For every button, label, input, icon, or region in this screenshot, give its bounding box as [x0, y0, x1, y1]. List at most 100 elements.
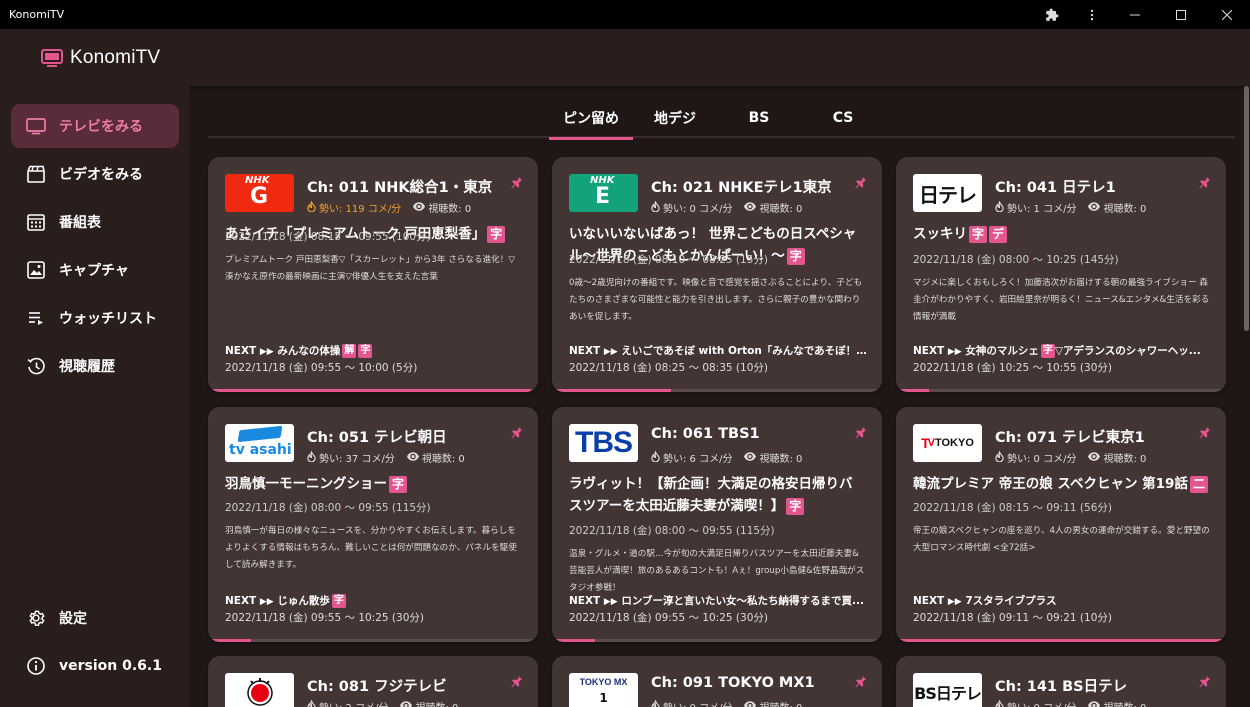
next-program-time: 2022/11/18 (金) 09:55 〜 10:25 (30分) — [569, 612, 768, 624]
next-program: NEXT ▶▶ 女神のマルシェ字 ▽アデランスのシャワーヘッ... — [913, 344, 1201, 358]
bs-ntv-logo: BS日テレ — [913, 673, 982, 707]
channel-logo: 日テレ — [913, 174, 982, 212]
channel-logo: TV TOKYO — [913, 424, 982, 462]
pin-icon[interactable] — [508, 425, 524, 441]
gear-icon — [26, 608, 46, 628]
flame-icon — [307, 698, 316, 707]
momentum: 勢い: 37 コメ/分 — [319, 454, 395, 465]
tv-logo-icon — [41, 48, 63, 67]
sidebar-item-tv[interactable]: テレビをみる — [11, 104, 179, 148]
channel-stats: 勢い: 6 コメ/分 視聴数: 0 — [651, 449, 802, 465]
channel-logo: tv asahi — [225, 424, 294, 462]
flame-icon — [995, 449, 1004, 465]
app-logo[interactable]: KonomiTV — [41, 47, 160, 69]
sidebar-item-epg[interactable]: 番組表 — [11, 200, 179, 244]
logo-text: tv asahi — [229, 442, 292, 458]
channel-card[interactable]: NHK E Ch: 021 NHKEテレ1東京 勢い: 0 コメ/分 視聴数: … — [552, 157, 882, 392]
next-program-tag: 字 — [331, 594, 346, 608]
flame-icon — [307, 199, 316, 215]
progress-fill — [896, 389, 929, 392]
program-title-text: 韓流プレミア 帝王の娘 スベクヒャン 第19話 — [913, 476, 1188, 492]
nhk-e-logo: NHK E — [569, 174, 638, 212]
channel-card[interactable]: BS日テレ Ch: 141 BS日テレ 勢い: 0 コメ/分 視聴数: 0 — [896, 656, 1226, 707]
tab-pinned[interactable]: ピン留め — [549, 98, 633, 140]
sidebar-item-video[interactable]: ビデオをみる — [11, 152, 179, 196]
next-program-tag: 解 — [342, 344, 357, 358]
flame-icon — [651, 449, 660, 465]
program-tag: 字 — [969, 225, 988, 243]
close-button[interactable] — [1204, 0, 1250, 29]
channel-card[interactable]: TV TOKYO Ch: 071 テレビ東京1 勢い: 0 コメ/分 視聴数: … — [896, 407, 1226, 642]
program-tag: デ — [989, 225, 1008, 243]
minimize-button[interactable] — [1112, 0, 1158, 29]
pin-icon[interactable] — [1196, 674, 1212, 690]
channel-card[interactable]: 日テレ Ch: 041 日テレ1 勢い: 1 コメ/分 視聴数: 0 スッキリ字… — [896, 157, 1226, 392]
program-tag: 字 — [389, 475, 408, 493]
progress-bar — [552, 389, 882, 392]
sidebar-item-label: 番組表 — [59, 215, 101, 231]
program-description: プレミアムトーク 戸田恵梨香▽「スカーレット」から3年 さらなる進化！▽湊かなえ… — [225, 255, 515, 282]
channel-card[interactable]: TBS Ch: 061 TBS1 勢い: 6 コメ/分 視聴数: 0 ラヴィット… — [552, 407, 882, 642]
channel-card[interactable]: tv asahi Ch: 051 テレビ朝日 勢い: 37 コメ/分 視聴数: … — [208, 407, 538, 642]
sidebar-item-history[interactable]: 視聴履歴 — [11, 344, 179, 388]
viewer-count: 視聴数: 0 — [415, 699, 458, 707]
logo-text: TOKYO MX — [579, 677, 628, 687]
sidebar-item-label: ビデオをみる — [59, 167, 143, 183]
pin-icon[interactable] — [852, 175, 868, 191]
scrollbar-thumb[interactable] — [1244, 86, 1249, 331]
progress-fill — [896, 639, 1226, 642]
channel-card[interactable]: NHK G Ch: 011 NHK総合1・東京 勢い: 119 コメ/分 視聴数… — [208, 157, 538, 392]
sidebar-item-watchlist[interactable]: ウォッチリスト — [11, 296, 179, 340]
app-header: KonomiTV — [0, 29, 1250, 86]
next-program: NEXT ▶▶ じゅん散歩字 — [225, 594, 346, 608]
eye-icon — [1088, 700, 1101, 707]
extension-icon[interactable] — [1032, 0, 1072, 29]
viewer-count: 視聴数: 0 — [759, 699, 802, 707]
logo-text: KonomiTV — [70, 46, 161, 68]
logo-text: BS日テレ — [914, 684, 982, 703]
tab-label: BS — [748, 110, 770, 126]
next-program-time: 2022/11/18 (金) 08:25 〜 08:35 (10分) — [569, 362, 768, 374]
channel-logo: NHK G — [225, 174, 294, 212]
tokyo-mx-logo: TOKYO MX 1 — [569, 673, 638, 707]
pin-icon[interactable] — [508, 175, 524, 191]
tab-terrestrial[interactable]: 地デジ — [633, 98, 717, 138]
program-title: 韓流プレミア 帝王の娘 スベクヒャン 第19話二 — [913, 473, 1209, 495]
program-tag: 字 — [786, 247, 805, 265]
tab-cs[interactable]: CS — [801, 98, 885, 138]
channel-name: Ch: 061 TBS1 — [651, 426, 760, 442]
eye-icon — [744, 201, 757, 214]
channel-card[interactable]: TOKYO MX 1 Ch: 091 TOKYO MX1 勢い: 0 コメ/分 … — [552, 656, 882, 707]
viewer-count: 視聴数: 0 — [421, 454, 465, 465]
program-title: 羽鳥慎一モーニングショー字 — [225, 473, 521, 495]
sidebar-item-label: テレビをみる — [59, 119, 143, 135]
pin-icon[interactable] — [1196, 175, 1212, 191]
channel-name: Ch: 041 日テレ1 — [995, 180, 1116, 196]
maximize-button[interactable] — [1158, 0, 1204, 29]
scrollbar[interactable] — [1243, 86, 1250, 707]
pin-icon[interactable] — [1196, 425, 1212, 441]
channel-name: Ch: 141 BS日テレ — [995, 679, 1128, 695]
program-title-text: 羽鳥慎一モーニングショー — [225, 476, 387, 492]
momentum: 勢い: 2 コメ/分 — [319, 699, 388, 707]
logo-text: 日テレ — [919, 182, 977, 207]
eye-icon — [406, 451, 419, 464]
logo-text: TBS — [575, 426, 633, 459]
channel-name: Ch: 011 NHK総合1・東京 — [307, 180, 493, 196]
pin-icon[interactable] — [852, 674, 868, 690]
channel-logo: BS日テレ — [913, 673, 982, 707]
program-title-text: スッキリ — [913, 226, 967, 242]
sidebar-item-version[interactable]: version 0.6.1 — [11, 644, 179, 688]
pin-icon[interactable] — [852, 425, 868, 441]
sidebar-item-settings[interactable]: 設定 — [11, 596, 179, 640]
tab-bs[interactable]: BS — [717, 98, 801, 138]
channel-card[interactable]: Ch: 081 フジテレビ 勢い: 2 コメ/分 視聴数: 0 — [208, 656, 538, 707]
sidebar-item-capture[interactable]: キャプチャ — [11, 248, 179, 292]
tab-label: 地デジ — [654, 111, 696, 127]
progress-bar — [208, 389, 538, 392]
more-vertical-icon[interactable] — [1072, 0, 1112, 29]
pin-icon[interactable] — [508, 674, 524, 690]
nhk-g-logo: NHK G — [225, 174, 294, 212]
next-program: NEXT ▶▶ 7スタライブプラス — [913, 595, 1057, 607]
eye-icon — [744, 700, 757, 707]
